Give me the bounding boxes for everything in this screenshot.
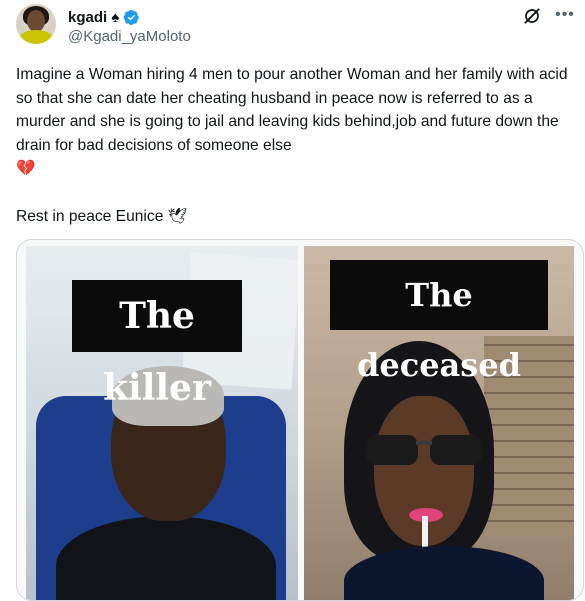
tweet-text: Imagine a Woman hiring 4 men to pour ano… [16, 63, 578, 228]
photo-label-left: The killer [72, 280, 242, 409]
tweet-header: kgadi ♠ @Kgadi_yaMoloto ••• [16, 4, 576, 50]
author-handle[interactable]: @Kgadi_yaMoloto [68, 28, 191, 45]
verified-badge-icon [123, 9, 139, 25]
spade-emoji: ♠ [111, 8, 120, 26]
tweet-rip-line: Rest in peace Eunice [16, 207, 164, 225]
grok-icon[interactable] [522, 6, 542, 26]
author-name-row[interactable]: kgadi ♠ [68, 7, 140, 27]
dove-emoji: 🕊 [167, 207, 188, 225]
tweet-media[interactable]: The killer The deceased [16, 239, 584, 601]
more-icon[interactable]: ••• [554, 4, 576, 26]
media-photo-left[interactable]: The killer [26, 246, 298, 600]
display-name[interactable]: kgadi [68, 9, 107, 26]
tweet-body: Imagine a Woman hiring 4 men to pour ano… [16, 66, 568, 154]
media-photo-right[interactable]: The deceased [304, 246, 574, 600]
avatar[interactable] [16, 4, 56, 44]
broken-heart-emoji: 💔 [16, 160, 36, 177]
tweet-paragraph: Rest in peace Eunice 🕊 [16, 205, 578, 229]
photo-label-right: The deceased [330, 260, 548, 384]
tweet-paragraph: Imagine a Woman hiring 4 men to pour ano… [16, 63, 578, 181]
sunglasses-shape [366, 435, 482, 465]
